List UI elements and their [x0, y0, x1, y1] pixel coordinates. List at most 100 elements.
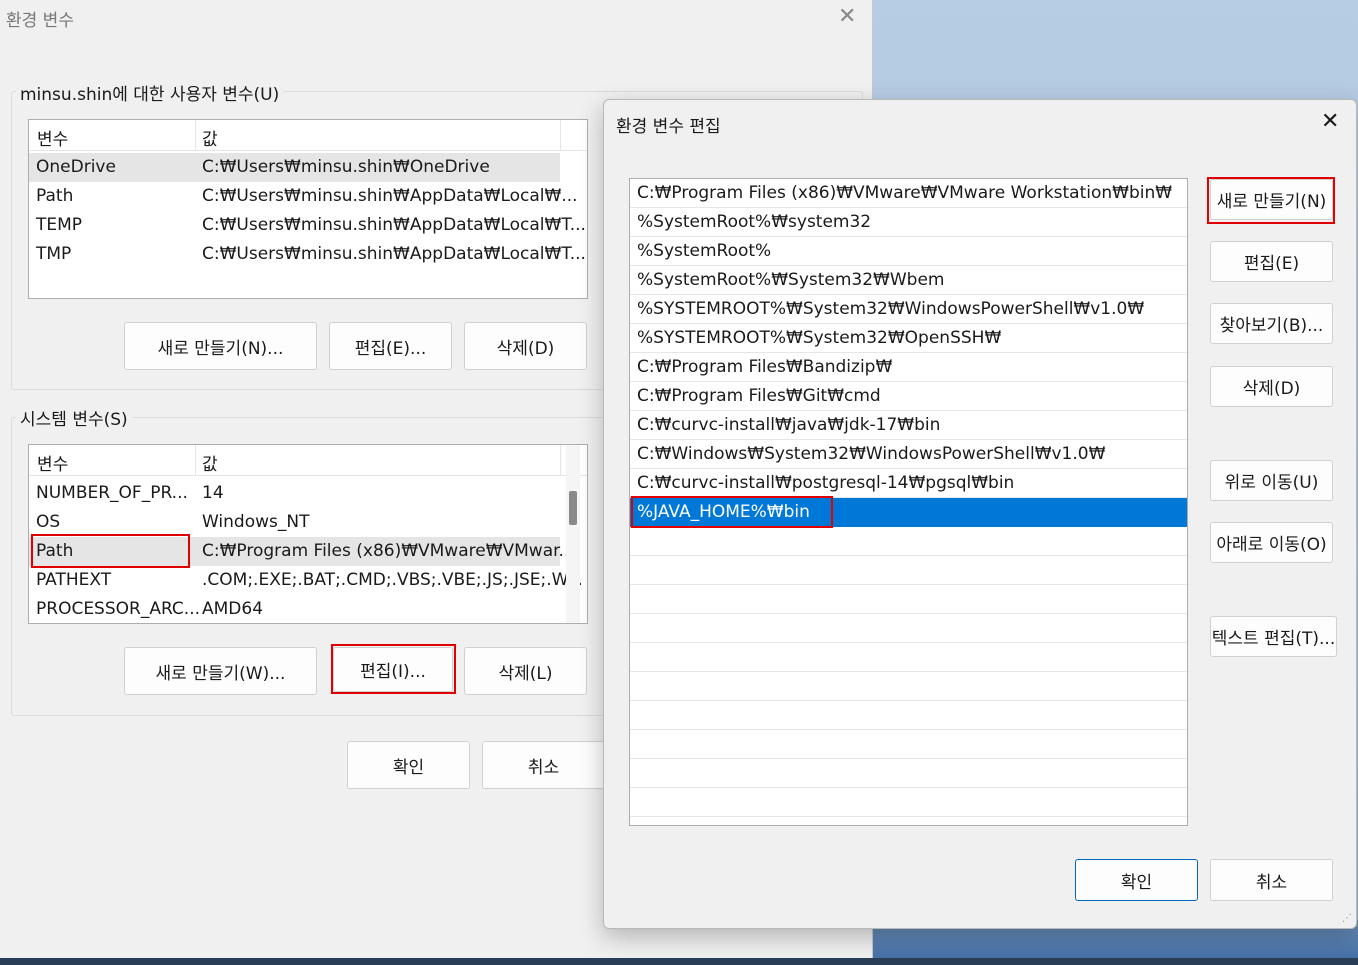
ok-button[interactable]: 확인 — [1075, 859, 1198, 901]
list-item[interactable]: C:₩curvc-install₩postgresql-14₩pgsql₩bin — [630, 469, 1187, 498]
variable-value: 14 — [202, 483, 224, 503]
ok-button[interactable]: 확인 — [347, 741, 470, 789]
list-item-empty[interactable] — [630, 643, 1187, 672]
path-entry: C:₩Program Files₩Git₩cmd — [637, 386, 881, 406]
list-header: 변수 값 — [29, 445, 587, 476]
variable-value: AMD64 — [202, 599, 264, 619]
path-entry: %SYSTEMROOT%₩System32₩WindowsPowerShell₩… — [637, 299, 1145, 319]
taskbar — [0, 958, 1358, 965]
edit-entry-button[interactable]: 편집(E) — [1210, 241, 1333, 282]
list-item[interactable]: %SystemRoot%₩system32 — [630, 208, 1187, 237]
edit-environment-variable-dialog: 환경 변수 편집 ✕ C:₩Program Files (x86)₩VMware… — [603, 99, 1357, 929]
user-edit-button[interactable]: 편집(E)... — [329, 322, 452, 370]
path-entry: C:₩Program Files₩Bandizip₩ — [637, 357, 893, 377]
table-row-selected[interactable]: Path C:₩Program Files (x86)₩VMware₩VMwar… — [29, 537, 575, 566]
path-entry: %SYSTEMROOT%₩System32₩OpenSSH₩ — [637, 328, 1002, 348]
move-down-button[interactable]: 아래로 이동(O) — [1210, 522, 1333, 563]
path-entry-editing[interactable]: %JAVA_HOME%₩bin — [637, 502, 810, 522]
move-up-button[interactable]: 위로 이동(U) — [1210, 460, 1333, 501]
variable-value: C:₩Users₩minsu.shin₩AppData₩Local₩T... — [202, 244, 586, 264]
list-item[interactable]: %SystemRoot%₩System32₩Wbem — [630, 266, 1187, 295]
dialog-title: 환경 변수 편집 — [616, 117, 721, 137]
system-edit-button[interactable]: 편집(I)... — [333, 647, 453, 692]
list-item[interactable]: C:₩Windows₩System32₩WindowsPowerShell₩v1… — [630, 440, 1187, 469]
list-item[interactable]: %SYSTEMROOT%₩System32₩WindowsPowerShell₩… — [630, 295, 1187, 324]
system-variables-list[interactable]: 변수 값 NUMBER_OF_PR... 14 OS Windows_NT Pa… — [28, 444, 588, 624]
column-separator[interactable] — [560, 120, 561, 150]
variable-value: .COM;.EXE;.BAT;.CMD;.VBS;.VBE;.JS;.JSE;.… — [202, 570, 583, 590]
list-item-empty[interactable] — [630, 527, 1187, 556]
path-entry: %SystemRoot%₩system32 — [637, 212, 872, 232]
variable-value: C:₩Users₩minsu.shin₩AppData₩Local₩... — [202, 186, 578, 206]
column-header-variable[interactable]: 변수 — [37, 450, 68, 475]
column-separator[interactable] — [560, 445, 561, 475]
system-new-button[interactable]: 새로 만들기(W)... — [124, 647, 317, 695]
edit-text-button[interactable]: 텍스트 편집(T)... — [1210, 616, 1337, 657]
list-item-selected[interactable]: %JAVA_HOME%₩bin — [630, 498, 1187, 527]
table-row[interactable]: PATHEXT .COM;.EXE;.BAT;.CMD;.VBS;.VBE;.J… — [29, 566, 583, 595]
column-header-value[interactable]: 값 — [202, 125, 218, 150]
close-icon[interactable]: ✕ — [838, 6, 856, 28]
variable-name: Path — [36, 541, 74, 561]
user-delete-button[interactable]: 삭제(D) — [464, 322, 587, 370]
list-item[interactable]: C:₩curvc-install₩java₩jdk-17₩bin — [630, 411, 1187, 440]
path-entries-list[interactable]: C:₩Program Files (x86)₩VMware₩VMware Wor… — [629, 178, 1188, 826]
system-delete-button[interactable]: 삭제(L) — [464, 647, 587, 695]
path-entry: C:₩Windows₩System32₩WindowsPowerShell₩v1… — [637, 444, 1106, 464]
variable-name: OS — [36, 512, 61, 532]
list-item-empty[interactable] — [630, 672, 1187, 701]
cancel-button[interactable]: 취소 — [482, 741, 605, 789]
list-item-empty[interactable] — [630, 788, 1187, 817]
table-row[interactable]: TEMP C:₩Users₩minsu.shin₩AppData₩Local₩T… — [29, 211, 586, 240]
list-item-empty[interactable] — [630, 701, 1187, 730]
list-item-empty[interactable] — [630, 759, 1187, 788]
close-icon[interactable]: ✕ — [1321, 110, 1339, 134]
list-item[interactable]: C:₩Program Files₩Git₩cmd — [630, 382, 1187, 411]
path-entry: %SystemRoot%₩System32₩Wbem — [637, 270, 945, 290]
delete-entry-button[interactable]: 삭제(D) — [1210, 366, 1333, 407]
new-entry-button[interactable]: 새로 만들기(N) — [1210, 179, 1333, 220]
variable-value: C:₩Users₩minsu.shin₩OneDrive — [202, 157, 490, 177]
table-row[interactable]: NUMBER_OF_PR... 14 — [29, 479, 560, 508]
system-variables-label: 시스템 변수(S) — [16, 405, 132, 430]
list-item[interactable]: %SYSTEMROOT%₩System32₩OpenSSH₩ — [630, 324, 1187, 353]
variable-name: NUMBER_OF_PR... — [36, 483, 188, 503]
variable-value: Windows_NT — [202, 512, 310, 532]
list-item-empty[interactable] — [630, 556, 1187, 585]
column-separator[interactable] — [195, 445, 196, 475]
path-entry: %SystemRoot% — [637, 241, 772, 261]
variable-name: TMP — [36, 244, 72, 264]
list-item-empty[interactable] — [630, 730, 1187, 759]
table-row[interactable]: TMP C:₩Users₩minsu.shin₩AppData₩Local₩T.… — [29, 240, 586, 269]
variable-name: TEMP — [36, 215, 83, 235]
column-header-variable[interactable]: 변수 — [37, 125, 68, 150]
path-entry: C:₩curvc-install₩postgresql-14₩pgsql₩bin — [637, 473, 1015, 493]
table-row[interactable]: PROCESSOR_ARC... AMD64 — [29, 595, 560, 623]
table-row[interactable]: Path C:₩Users₩minsu.shin₩AppData₩Local₩.… — [29, 182, 578, 211]
vertical-scrollbar[interactable] — [566, 445, 580, 623]
window-title: 환경 변수 — [6, 11, 74, 31]
column-header-value[interactable]: 값 — [202, 450, 218, 475]
user-variables-label: minsu.shin에 대한 사용자 변수(U) — [16, 80, 284, 105]
resize-grip-icon[interactable]: ⋰ — [1342, 913, 1352, 924]
list-item-empty[interactable] — [630, 614, 1187, 643]
list-item[interactable]: %SystemRoot% — [630, 237, 1187, 266]
list-item[interactable]: C:₩Program Files (x86)₩VMware₩VMware Wor… — [630, 179, 1187, 208]
path-entry: C:₩Program Files (x86)₩VMware₩VMware Wor… — [637, 183, 1173, 203]
list-header: 변수 값 — [29, 120, 587, 151]
column-separator[interactable] — [195, 120, 196, 150]
table-row[interactable]: OS Windows_NT — [29, 508, 560, 537]
list-item[interactable]: C:₩Program Files₩Bandizip₩ — [630, 353, 1187, 382]
variable-name: Path — [36, 186, 74, 206]
cancel-button[interactable]: 취소 — [1210, 859, 1333, 901]
list-item-empty[interactable] — [630, 585, 1187, 614]
variable-name: OneDrive — [36, 157, 116, 177]
browse-button[interactable]: 찾아보기(B)... — [1210, 303, 1333, 344]
scrollbar-thumb[interactable] — [569, 491, 577, 525]
user-new-button[interactable]: 새로 만들기(N)... — [124, 322, 317, 370]
user-variables-list[interactable]: 변수 값 OneDrive C:₩Users₩minsu.shin₩OneDri… — [28, 119, 588, 299]
table-row[interactable]: OneDrive C:₩Users₩minsu.shin₩OneDrive — [29, 153, 560, 182]
variable-value: C:₩Users₩minsu.shin₩AppData₩Local₩T... — [202, 215, 586, 235]
variable-value: C:₩Program Files (x86)₩VMware₩VMwar... — [202, 541, 575, 561]
variable-name: PROCESSOR_ARC... — [36, 599, 201, 619]
